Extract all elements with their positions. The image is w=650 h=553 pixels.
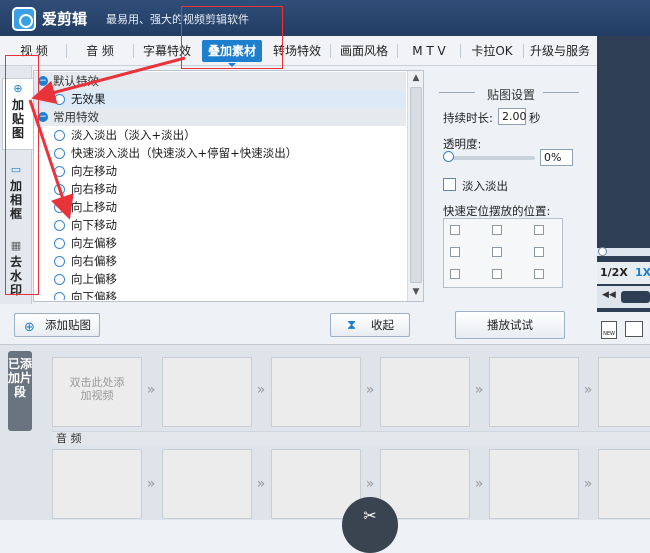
annotation-arrow-to-sidebar <box>31 56 186 105</box>
annotation-arrows <box>28 56 186 220</box>
annotation-arrow-to-effect <box>28 99 74 220</box>
